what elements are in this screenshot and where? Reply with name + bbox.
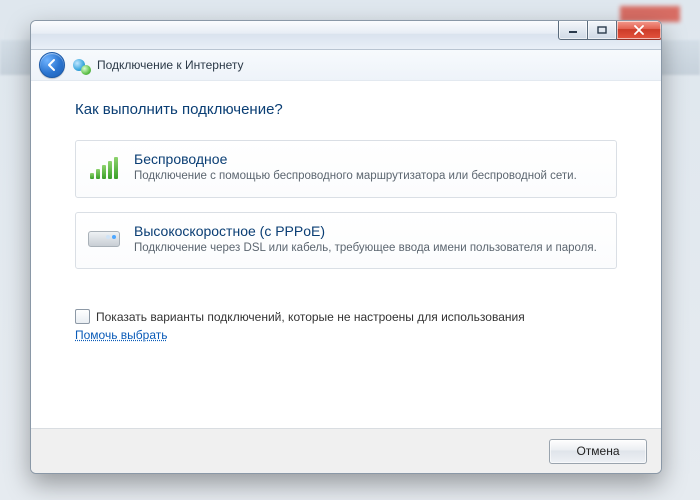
minimize-button[interactable] [558,20,588,40]
help-choose-link[interactable]: Помочь выбрать [75,328,168,342]
nav-strip: Подключение к Интернету [31,50,661,81]
back-button[interactable] [39,52,65,78]
maximize-button[interactable] [588,20,617,40]
wizard-title: Подключение к Интернету [97,58,244,72]
close-button[interactable] [617,20,662,40]
titlebar [31,21,661,50]
modem-icon [88,223,120,255]
content-area: Как выполнить подключение? Беспроводное … [31,79,661,429]
wizard-window: Подключение к Интернету Как выполнить по… [30,20,662,474]
option-wireless-title: Беспроводное [134,151,604,167]
cancel-button[interactable]: Отмена [549,439,647,464]
wizard-icon [73,57,89,73]
option-wireless-desc: Подключение с помощью беспроводного марш… [134,169,604,185]
page-heading: Как выполнить подключение? [75,101,617,118]
wireless-icon [88,151,120,183]
footer: Отмена [31,428,661,473]
option-pppoe-desc: Подключение через DSL или кабель, требую… [134,241,604,257]
option-pppoe[interactable]: Высокоскоростное (с PPPoE) Подключение ч… [75,212,617,270]
show-unconfigured-label: Показать варианты подключений, которые н… [96,310,525,324]
option-pppoe-title: Высокоскоростное (с PPPoE) [134,223,604,239]
option-wireless[interactable]: Беспроводное Подключение с помощью беспр… [75,140,617,198]
show-unconfigured-checkbox[interactable] [75,309,90,324]
